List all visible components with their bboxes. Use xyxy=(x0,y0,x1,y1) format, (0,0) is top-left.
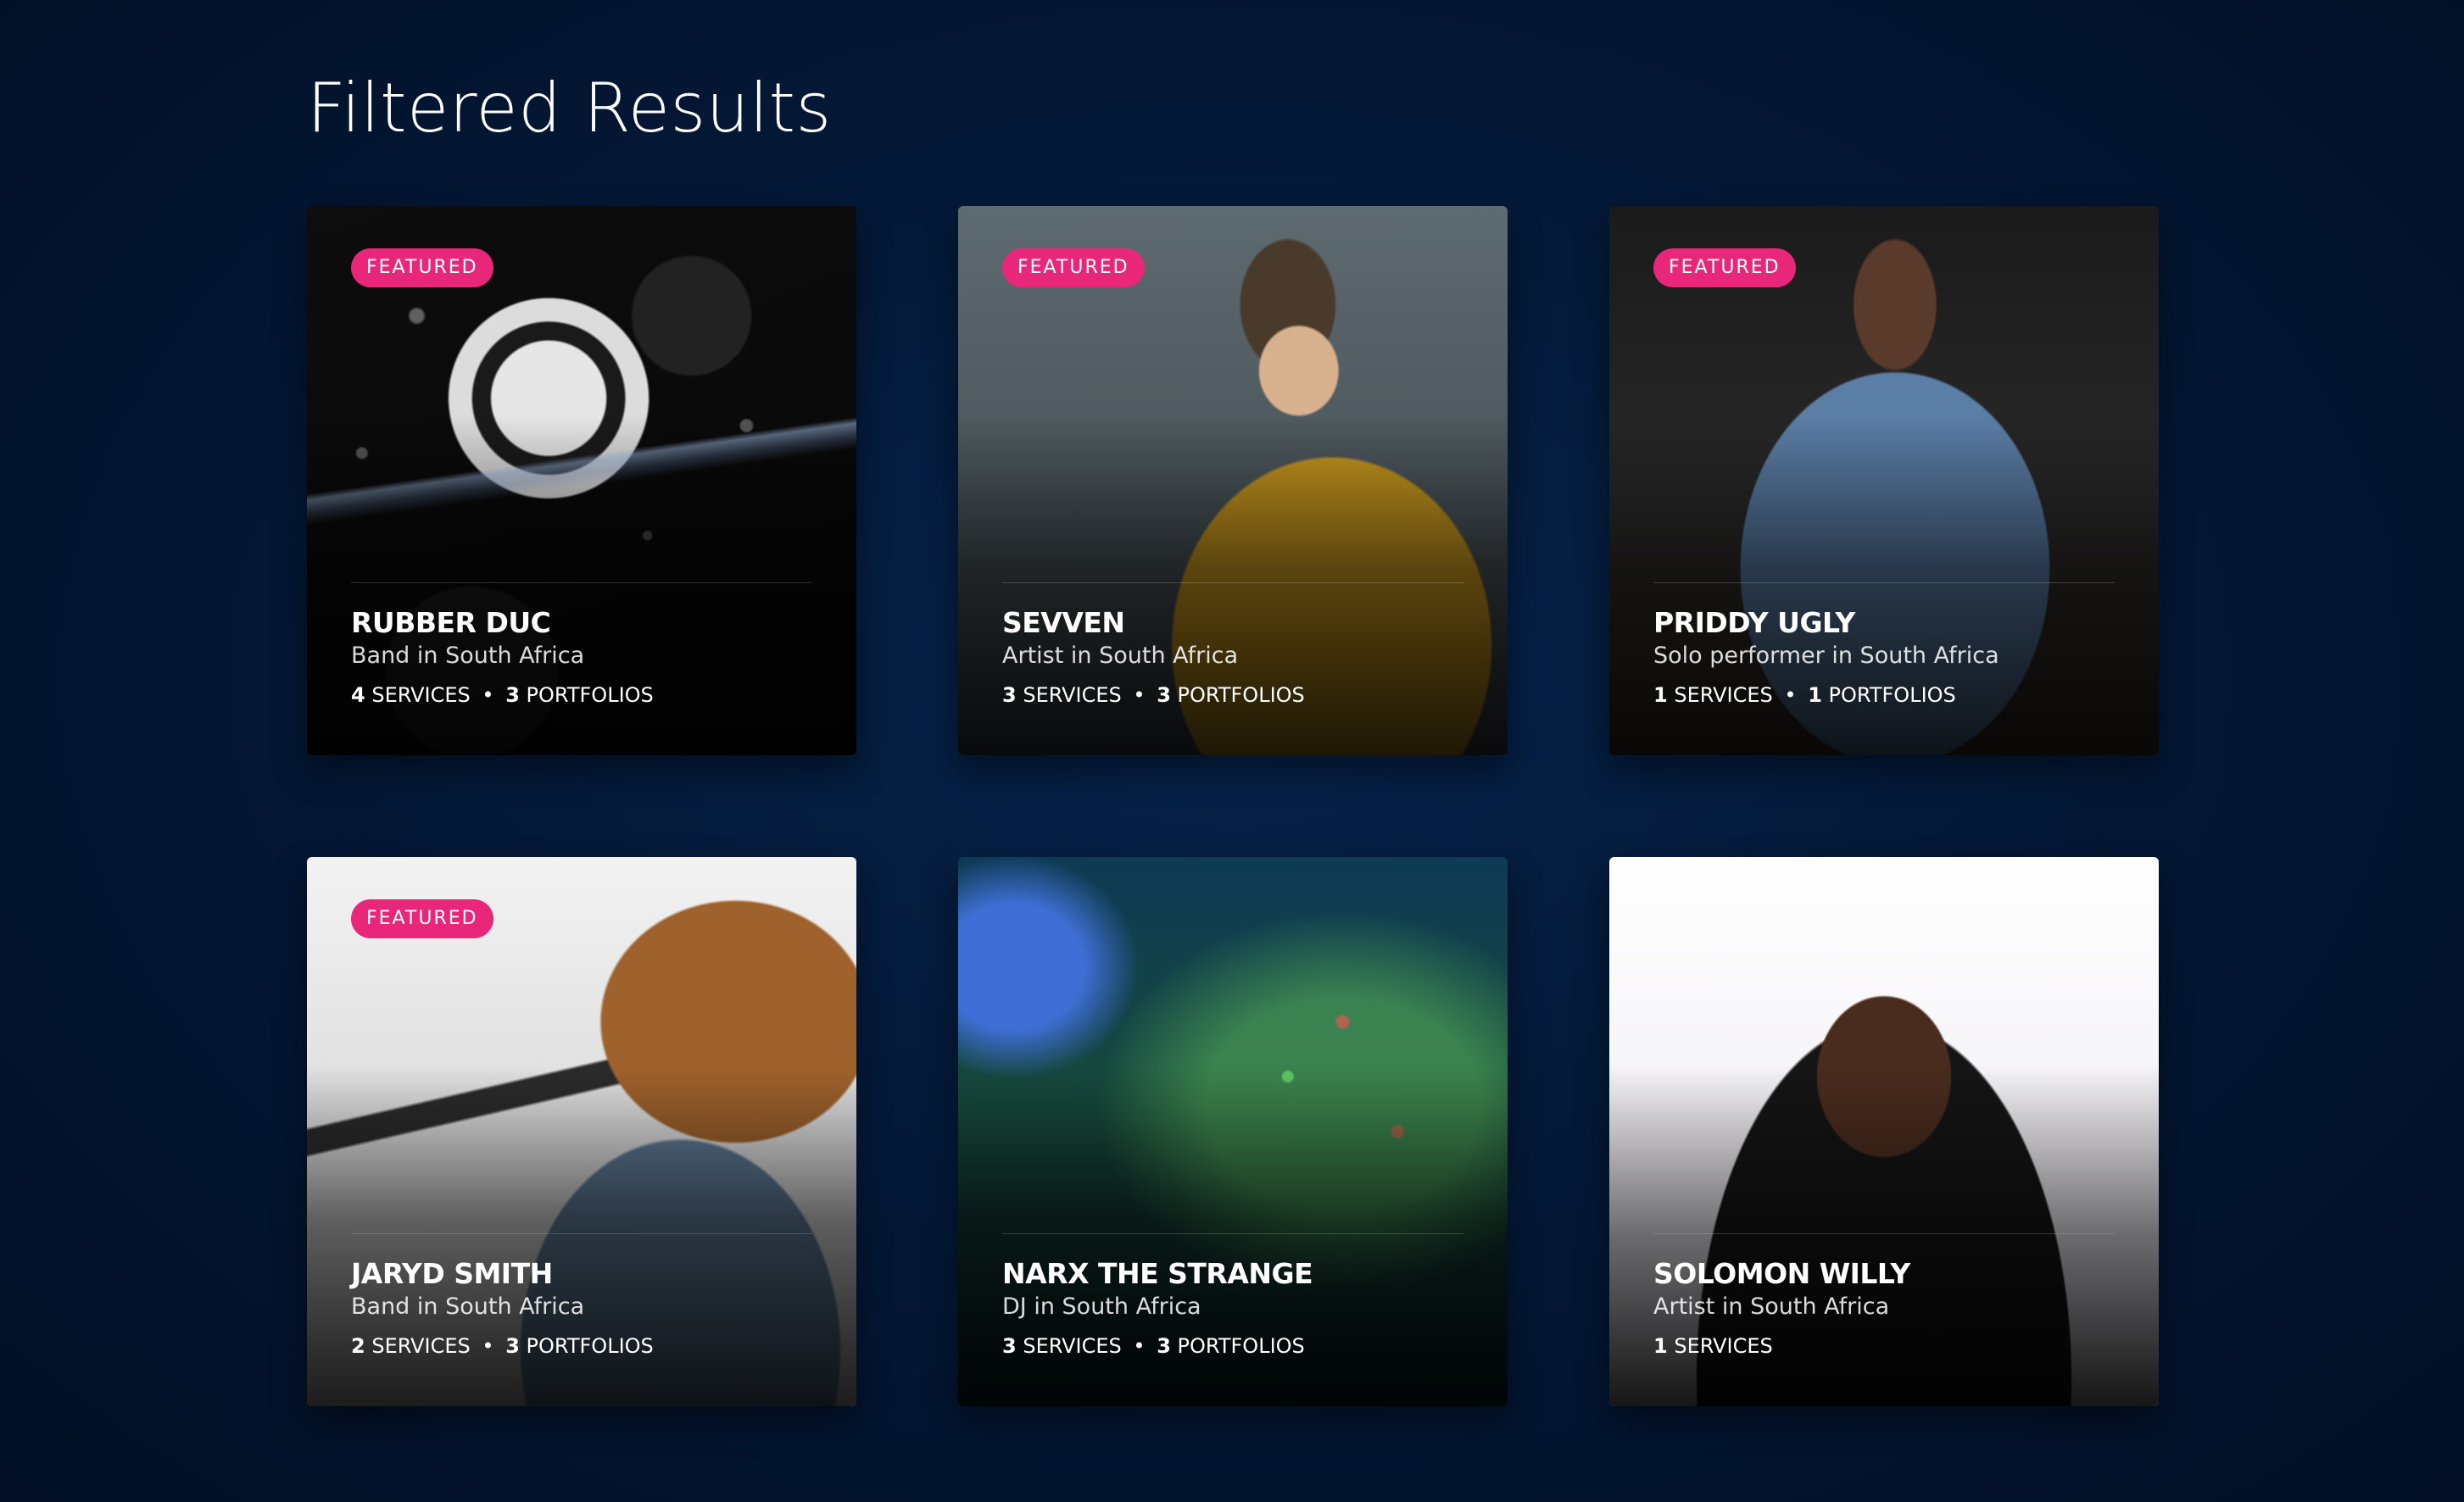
card-stats: 2 SERVICES • 3 PORTFOLIOS xyxy=(351,1333,654,1359)
services-count: 1 xyxy=(1653,683,1668,707)
page-title: Filtered Results xyxy=(307,69,832,147)
featured-badge: FEATURED xyxy=(1002,248,1145,287)
services-count: 1 xyxy=(1653,1334,1668,1358)
card-divider xyxy=(1002,1233,1463,1234)
results-grid: FEATURED RUBBER DUC Band in South Africa… xyxy=(307,206,2159,1406)
card-stats: 3 SERVICES • 3 PORTFOLIOS xyxy=(1002,682,1305,708)
card-divider xyxy=(1653,582,2115,583)
result-card-rubber-duc[interactable]: FEATURED RUBBER DUC Band in South Africa… xyxy=(307,206,856,755)
card-name[interactable]: RUBBER DUC xyxy=(351,606,551,640)
card-subtitle: Band in South Africa xyxy=(351,643,585,669)
services-label: SERVICES xyxy=(1023,683,1122,707)
card-subtitle: Artist in South Africa xyxy=(1653,1293,1890,1320)
card-divider xyxy=(351,582,812,583)
portfolios-label: PORTFOLIOS xyxy=(1177,1334,1305,1358)
stats-separator: • xyxy=(1133,683,1146,707)
card-name[interactable]: JARYD SMITH xyxy=(351,1257,553,1291)
portfolios-count: 3 xyxy=(1157,683,1171,707)
services-label: SERVICES xyxy=(371,683,471,707)
result-card-sevven[interactable]: FEATURED SEVVEN Artist in South Africa 3… xyxy=(958,206,1508,755)
services-label: SERVICES xyxy=(1674,1334,1773,1358)
card-stats: 1 SERVICES • 1 PORTFOLIOS xyxy=(1653,682,1956,708)
result-card-solomon-willy[interactable]: SOLOMON WILLY Artist in South Africa 1 S… xyxy=(1609,857,2159,1406)
services-count: 4 xyxy=(351,683,365,707)
portfolios-count: 1 xyxy=(1808,683,1822,707)
card-name[interactable]: SEVVEN xyxy=(1002,606,1125,640)
card-divider xyxy=(1002,582,1463,583)
portfolios-count: 3 xyxy=(505,683,520,707)
portfolios-label: PORTFOLIOS xyxy=(526,1334,654,1358)
card-name[interactable]: SOLOMON WILLY xyxy=(1653,1257,1910,1291)
stats-separator: • xyxy=(1784,683,1797,707)
portfolios-label: PORTFOLIOS xyxy=(1177,683,1305,707)
stats-separator: • xyxy=(482,1334,494,1358)
result-card-priddy-ugly[interactable]: FEATURED PRIDDY UGLY Solo performer in S… xyxy=(1609,206,2159,755)
result-card-narx-the-strange[interactable]: NARX THE STRANGE DJ in South Africa 3 SE… xyxy=(958,857,1508,1406)
portfolios-count: 3 xyxy=(505,1334,520,1358)
featured-badge: FEATURED xyxy=(351,899,493,938)
card-divider xyxy=(351,1233,812,1234)
featured-badge: FEATURED xyxy=(1653,248,1796,287)
portfolios-label: PORTFOLIOS xyxy=(526,683,654,707)
services-count: 3 xyxy=(1002,683,1017,707)
services-count: 3 xyxy=(1002,1334,1017,1358)
stats-separator: • xyxy=(482,683,494,707)
card-subtitle: Artist in South Africa xyxy=(1002,643,1239,669)
result-card-jaryd-smith[interactable]: FEATURED JARYD SMITH Band in South Afric… xyxy=(307,857,856,1406)
services-count: 2 xyxy=(351,1334,365,1358)
services-label: SERVICES xyxy=(371,1334,471,1358)
card-subtitle: Solo performer in South Africa xyxy=(1653,643,1999,669)
portfolios-label: PORTFOLIOS xyxy=(1828,683,1956,707)
card-stats: 1 SERVICES xyxy=(1653,1333,1773,1359)
card-stats: 4 SERVICES • 3 PORTFOLIOS xyxy=(351,682,654,708)
card-subtitle: DJ in South Africa xyxy=(1002,1293,1201,1320)
card-stats: 3 SERVICES • 3 PORTFOLIOS xyxy=(1002,1333,1305,1359)
portfolios-count: 3 xyxy=(1157,1334,1171,1358)
services-label: SERVICES xyxy=(1023,1334,1122,1358)
card-subtitle: Band in South Africa xyxy=(351,1293,585,1320)
card-name[interactable]: NARX THE STRANGE xyxy=(1002,1257,1313,1291)
card-divider xyxy=(1653,1233,2115,1234)
services-label: SERVICES xyxy=(1674,683,1773,707)
stats-separator: • xyxy=(1133,1334,1146,1358)
featured-badge: FEATURED xyxy=(351,248,493,287)
card-name[interactable]: PRIDDY UGLY xyxy=(1653,606,1855,640)
